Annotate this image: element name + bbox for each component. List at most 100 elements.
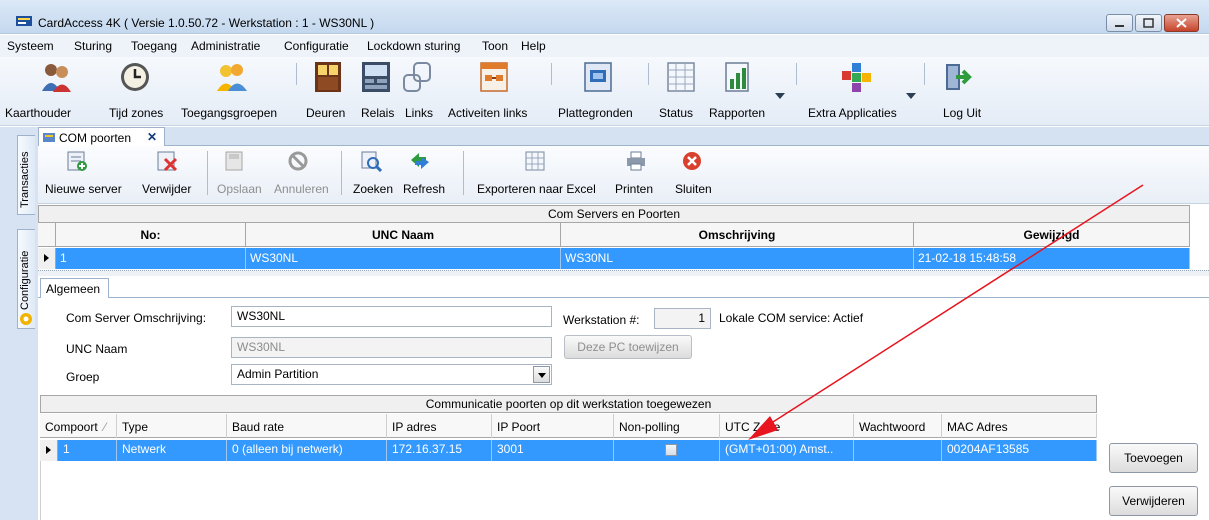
- col-wachtwoord[interactable]: Wachtwoord: [854, 414, 942, 438]
- cell-non-polling[interactable]: [614, 440, 720, 461]
- cell-ip-adres[interactable]: 172.16.37.15: [387, 440, 492, 461]
- servers-grid-title: Com Servers en Poorten: [38, 205, 1190, 223]
- cell-ip-poort[interactable]: 3001: [492, 440, 614, 461]
- button-label: Refresh: [403, 182, 446, 196]
- menu-help[interactable]: Help: [521, 39, 546, 53]
- close-window-button[interactable]: [1164, 14, 1199, 32]
- minimize-icon: [1115, 25, 1124, 27]
- col-mac-adres[interactable]: MAC Adres: [942, 414, 1097, 438]
- splitter[interactable]: [38, 270, 1209, 276]
- cell-gewijzigd[interactable]: 21-02-18 15:48:58: [914, 248, 1190, 269]
- col-omschrijving[interactable]: Omschrijving: [561, 223, 914, 247]
- cell-unc-naam[interactable]: WS30NL: [246, 248, 561, 269]
- row-selector[interactable]: [38, 248, 56, 269]
- side-tab-bar: Transacties Configuratie: [0, 127, 38, 520]
- minimize-button[interactable]: [1106, 14, 1133, 32]
- toolbar-separator: [341, 151, 342, 195]
- row-header-corner: [38, 223, 56, 247]
- button-label: Printen: [615, 182, 654, 196]
- toolbar-separator: [551, 63, 552, 85]
- tab-configuratie[interactable]: Configuratie: [17, 229, 35, 329]
- col-non-polling[interactable]: Non-polling: [614, 414, 720, 438]
- menu-sturing[interactable]: Sturing: [74, 39, 112, 53]
- tab-label: COM poorten: [59, 131, 132, 145]
- logout-icon: [946, 64, 972, 90]
- menu-configuratie[interactable]: Configuratie: [284, 39, 349, 53]
- menu-administratie[interactable]: Administratie: [191, 39, 260, 53]
- toolbar-label: Tijd zones: [109, 106, 164, 120]
- access-groups-icon: [217, 64, 247, 91]
- group-select[interactable]: Admin Partition: [231, 364, 552, 385]
- cell-mac-adres[interactable]: 00204AF13585: [942, 440, 1097, 461]
- sort-indicator-icon: ⁄: [104, 420, 107, 434]
- cell-no[interactable]: 1: [56, 248, 246, 269]
- extra-apps-dropdown-arrow[interactable]: [906, 93, 916, 99]
- button-label: Sluiten: [675, 182, 712, 196]
- tab-label: Transacties: [19, 151, 31, 208]
- table-row[interactable]: 1 Netwerk 0 (alleen bij netwerk) 172.16.…: [40, 440, 1097, 461]
- toolbar-label: Extra Applicaties: [808, 106, 897, 120]
- cell-baud-rate[interactable]: 0 (alleen bij netwerk): [227, 440, 387, 461]
- toolbar-separator: [648, 63, 649, 85]
- unc-field[interactable]: WS30NL: [231, 337, 552, 358]
- toolbar-label: Plattegronden: [558, 106, 633, 120]
- sub-toolbar: Nieuwe server Verwijder Opslaan Annulere…: [38, 146, 1209, 204]
- menu-bar: Systeem Sturing Toegang Administratie Co…: [0, 35, 1209, 57]
- row-selector[interactable]: [40, 440, 58, 461]
- delete-icon: [157, 151, 178, 172]
- save-icon: [225, 151, 243, 171]
- title-bar: CardAccess 4K ( Versie 1.0.50.72 - Werks…: [0, 0, 1209, 34]
- menu-systeem[interactable]: Systeem: [7, 39, 54, 53]
- cell-wachtwoord[interactable]: [854, 440, 942, 461]
- col-gewijzigd[interactable]: Gewijzigd: [914, 223, 1190, 247]
- assign-pc-button[interactable]: Deze PC toewijzen: [564, 335, 692, 359]
- ports-grid-title: Communicatie poorten op dit werkstation …: [40, 395, 1097, 413]
- tab-transacties[interactable]: Transacties: [17, 135, 35, 215]
- col-utc-zone[interactable]: UTC Zone: [720, 414, 854, 438]
- maximize-button[interactable]: [1135, 14, 1162, 32]
- group-label: Groep: [66, 370, 100, 384]
- search-icon: [361, 151, 382, 172]
- col-compoort[interactable]: Compoort ⁄: [40, 414, 117, 438]
- button-label: Zoeken: [353, 182, 394, 196]
- reports-icon: [725, 62, 749, 92]
- close-tab-icon[interactable]: ✕: [147, 130, 157, 144]
- remove-button[interactable]: Verwijderen: [1109, 486, 1198, 516]
- rapporten-dropdown-arrow[interactable]: [775, 93, 785, 99]
- workstation-field[interactable]: 1: [654, 308, 711, 329]
- menu-toon[interactable]: Toon: [482, 39, 508, 53]
- tab-com-poorten[interactable]: COM poorten ✕: [38, 127, 165, 147]
- desc-field[interactable]: WS30NL: [231, 306, 552, 327]
- menu-toegang[interactable]: Toegang: [131, 39, 177, 53]
- toolbar-label: Relais: [361, 106, 395, 120]
- ports-grid-header: Compoort ⁄ Type Baud rate IP adres IP Poo…: [40, 414, 1097, 438]
- toolbar-separator: [924, 63, 925, 85]
- chevron-down-icon[interactable]: [533, 366, 550, 383]
- toolbar-separator: [796, 63, 797, 85]
- cell-utc-zone[interactable]: (GMT+01:00) Amst..: [720, 440, 854, 461]
- tab-label: Configuratie: [19, 250, 31, 310]
- row-pointer-icon: [46, 446, 51, 454]
- clock-icon: [121, 63, 149, 91]
- col-ip-adres[interactable]: IP adres: [387, 414, 492, 438]
- refresh-icon: [411, 153, 429, 169]
- cell-type[interactable]: Netwerk: [117, 440, 227, 461]
- toolbar-label: Activeiten links: [448, 106, 528, 120]
- non-polling-checkbox[interactable]: [665, 444, 677, 456]
- col-unc-naam[interactable]: UNC Naam: [246, 223, 561, 247]
- cell-compoort[interactable]: 1: [58, 440, 117, 461]
- col-ip-poort[interactable]: IP Poort: [492, 414, 614, 438]
- link-icon: [403, 62, 431, 92]
- tab-label: Algemeen: [46, 282, 101, 296]
- tab-algemeen[interactable]: Algemeen: [40, 278, 109, 298]
- col-baud-rate[interactable]: Baud rate: [227, 414, 387, 438]
- col-no[interactable]: No:: [56, 223, 246, 247]
- activity-links-icon: [480, 62, 508, 92]
- relay-icon: [362, 62, 390, 92]
- workstation-label: Werkstation #:: [563, 313, 640, 327]
- col-type[interactable]: Type: [117, 414, 227, 438]
- add-button[interactable]: Toevoegen: [1109, 443, 1198, 473]
- menu-lockdown-sturing[interactable]: Lockdown sturing: [367, 39, 460, 53]
- cell-omschrijving[interactable]: WS30NL: [561, 248, 914, 269]
- table-row[interactable]: 1 WS30NL WS30NL 21-02-18 15:48:58: [38, 248, 1190, 269]
